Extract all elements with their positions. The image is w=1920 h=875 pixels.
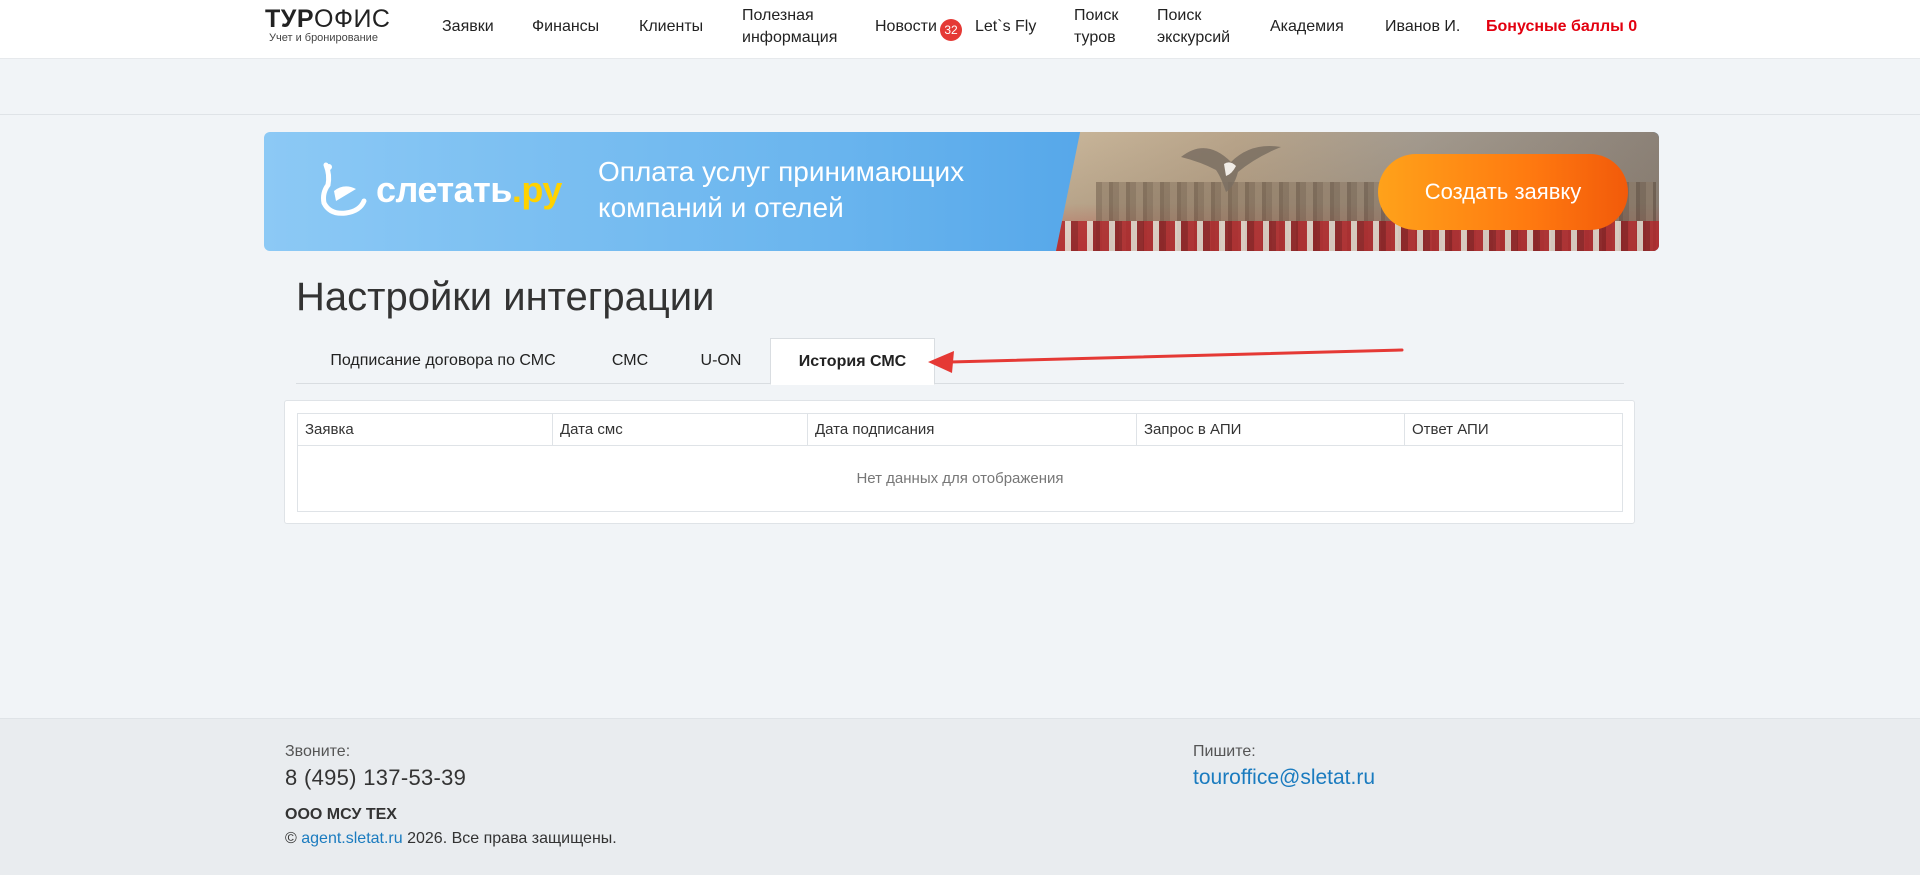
page-footer: Звоните: 8 (495) 137-53-39 ООО МСУ ТЕХ ©… — [0, 718, 1920, 875]
copyright-sign: © — [285, 830, 297, 847]
sletat-logo: слетать.ру — [316, 158, 562, 222]
nav-academy[interactable]: Академия — [1270, 16, 1344, 38]
copyright-text: 2026. Все права защищены. — [407, 830, 617, 847]
tab-u-on[interactable]: U-ON — [672, 338, 770, 384]
logo-text: ТУРОФИС — [265, 5, 391, 33]
footer-site-link[interactable]: agent.sletat.ru — [301, 830, 402, 847]
seagull-icon — [1181, 146, 1281, 192]
sub-bar — [0, 59, 1920, 115]
footer-write-label: Пишите: — [1193, 743, 1256, 760]
grid-header: Заявка Дата смс Дата подписания Запрос в… — [298, 414, 1622, 446]
nav-excursion-search[interactable]: Поиск экскурсий — [1157, 5, 1247, 49]
sletat-logo-text: слетать.ру — [376, 169, 562, 210]
tab-sms-contract-signing[interactable]: Подписание договора по СМС — [298, 338, 588, 384]
news-count-badge: 32 — [940, 19, 962, 41]
footer-call-label: Звоните: — [285, 743, 351, 760]
nav-requests[interactable]: Заявки — [442, 16, 494, 38]
page-title: Настройки интеграции — [296, 275, 715, 319]
footer-phone[interactable]: 8 (495) 137-53-39 — [285, 765, 466, 791]
column-header-request[interactable]: Заявка — [298, 414, 553, 446]
nav-news[interactable]: Новости — [875, 16, 937, 38]
nav-user-menu[interactable]: Иванов И. — [1385, 16, 1460, 38]
nav-finance[interactable]: Финансы — [532, 16, 599, 38]
sletat-logo-icon — [321, 162, 367, 216]
promo-banner[interactable]: слетать.ру Оплата услуг принимающих комп… — [264, 132, 1659, 251]
sms-history-panel: Заявка Дата смс Дата подписания Запрос в… — [284, 400, 1635, 524]
nav-bonus-points[interactable]: Бонусные баллы 0 — [1486, 16, 1637, 38]
nav-clients[interactable]: Клиенты — [639, 16, 703, 38]
logo-subtitle: Учет и бронирование — [269, 32, 378, 44]
column-header-signing-date[interactable]: Дата подписания — [808, 414, 1137, 446]
footer-company: ООО МСУ ТЕХ — [285, 806, 397, 823]
column-header-sms-date[interactable]: Дата смс — [553, 414, 808, 446]
column-header-api-request[interactable]: Запрос в АПИ — [1137, 414, 1405, 446]
sms-history-grid: Заявка Дата смс Дата подписания Запрос в… — [297, 413, 1623, 512]
footer-email-link[interactable]: touroffice@sletat.ru — [1193, 766, 1375, 790]
turofis-logo[interactable]: ТУРОФИС Учет и бронирование — [265, 6, 395, 50]
banner-headline: Оплата услуг принимающих компаний и отел… — [598, 156, 965, 223]
annotation-arrow-icon — [928, 348, 1404, 373]
tab-sms-history[interactable]: История СМС — [770, 338, 935, 385]
footer-copyright: © agent.sletat.ru 2026. Все права защище… — [285, 830, 617, 848]
nav-useful-info[interactable]: Полезная информация — [742, 5, 862, 49]
nav-tour-search[interactable]: Поиск туров — [1074, 5, 1134, 49]
column-header-api-response[interactable]: Ответ АПИ — [1405, 414, 1622, 446]
tab-sms[interactable]: СМС — [588, 338, 672, 384]
nav-lets-fly[interactable]: Let`s Fly — [975, 16, 1036, 38]
create-request-button[interactable]: Создать заявку — [1378, 154, 1628, 230]
top-header: ТУРОФИС Учет и бронирование Заявки Финан… — [0, 0, 1920, 59]
grid-empty-message: Нет данных для отображения — [856, 470, 1064, 487]
